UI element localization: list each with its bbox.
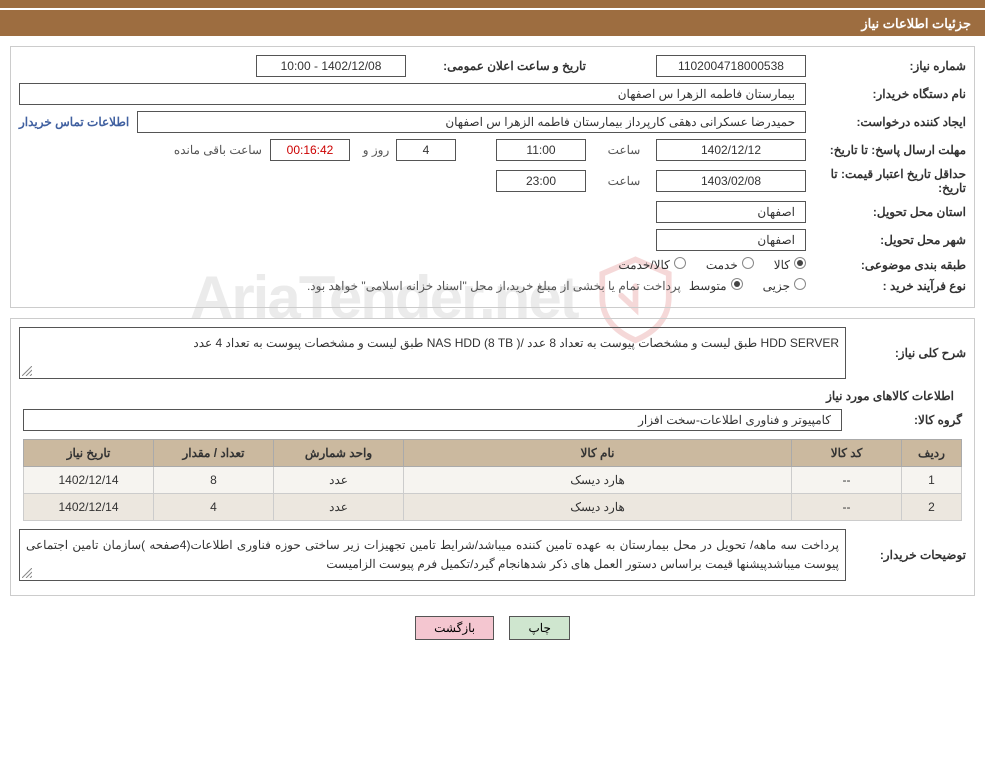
cell-name: هارد دیسک xyxy=(404,467,792,494)
button-row: چاپ بازگشت xyxy=(0,606,985,650)
radio-label-partial: جزیی xyxy=(763,279,790,293)
value-countdown: 00:16:42 xyxy=(270,139,350,161)
value-requester: حمیدرضا عسکرانی دهقی کارپرداز بیمارستان … xyxy=(137,111,806,133)
radio-group-purchase-type: جزیی متوسط xyxy=(689,278,806,293)
th-qty: تعداد / مقدار xyxy=(154,440,274,467)
radio-label-goods-service: کالا/خدمت xyxy=(618,258,669,272)
label-need-no: شماره نیاز: xyxy=(806,59,966,73)
items-title: اطلاعات کالاهای مورد نیاز xyxy=(31,389,954,403)
label-purchase-type: نوع فرآیند خرید : xyxy=(806,279,966,293)
cell-code: -- xyxy=(792,494,902,521)
label-requester: ایجاد کننده درخواست: xyxy=(806,115,966,129)
th-name: نام کالا xyxy=(404,440,792,467)
cell-code: -- xyxy=(792,467,902,494)
value-days-left: 4 xyxy=(396,139,456,161)
value-reply-time: 11:00 xyxy=(496,139,586,161)
table-row: 1 -- هارد دیسک عدد 8 1402/12/14 xyxy=(24,467,962,494)
radio-service[interactable] xyxy=(742,257,754,269)
link-buyer-contact[interactable]: اطلاعات تماس خریدار xyxy=(19,115,137,129)
back-button[interactable]: بازگشت xyxy=(415,616,494,640)
table-row: 2 -- هارد دیسک عدد 4 1402/12/14 xyxy=(24,494,962,521)
label-goods-group: گروه کالا: xyxy=(842,413,962,427)
resize-handle-icon[interactable] xyxy=(22,568,32,578)
th-code: کد کالا xyxy=(792,440,902,467)
items-table: ردیف کد کالا نام کالا واحد شمارش تعداد /… xyxy=(23,439,962,521)
value-general-desc: HDD SERVER طبق لیست و مشخصات پیوست به تع… xyxy=(19,327,846,379)
label-city: شهر محل تحویل: xyxy=(806,233,966,247)
cell-qty: 8 xyxy=(154,467,274,494)
th-need-date: تاریخ نیاز xyxy=(24,440,154,467)
radio-label-goods: کالا xyxy=(774,258,790,272)
cell-unit: عدد xyxy=(274,467,404,494)
value-buyer-org: بیمارستان فاطمه الزهرا س اصفهان xyxy=(19,83,806,105)
detail-frame: شرح کلی نیاز: HDD SERVER طبق لیست و مشخص… xyxy=(10,318,975,596)
cell-name: هارد دیسک xyxy=(404,494,792,521)
main-form-frame: شماره نیاز: 1102004718000538 تاریخ و ساع… xyxy=(10,46,975,308)
value-province: اصفهان xyxy=(656,201,806,223)
radio-medium[interactable] xyxy=(731,278,743,290)
cell-need-date: 1402/12/14 xyxy=(24,467,154,494)
cell-unit: عدد xyxy=(274,494,404,521)
label-hour-2: ساعت xyxy=(586,174,656,188)
value-reply-date: 1402/12/12 xyxy=(656,139,806,161)
label-announce: تاریخ و ساعت اعلان عمومی: xyxy=(406,59,586,73)
label-buyer-notes: توضیحات خریدار: xyxy=(846,548,966,562)
label-general-desc: شرح کلی نیاز: xyxy=(846,346,966,360)
page-title: جزئیات اطلاعات نیاز xyxy=(0,8,985,36)
payment-note: پرداخت تمام یا بخشی از مبلغ خرید،از محل … xyxy=(307,279,681,293)
print-button[interactable]: چاپ xyxy=(509,616,569,640)
radio-goods[interactable] xyxy=(794,257,806,269)
radio-group-classification: کالا خدمت کالا/خدمت xyxy=(618,257,806,272)
value-buyer-notes: پرداخت سه ماهه/ تحویل در محل بیمارستان ب… xyxy=(19,529,846,581)
cell-need-date: 1402/12/14 xyxy=(24,494,154,521)
radio-label-service: خدمت xyxy=(706,258,738,272)
value-price-validity-date: 1403/02/08 xyxy=(656,170,806,192)
th-unit: واحد شمارش xyxy=(274,440,404,467)
radio-partial[interactable] xyxy=(794,278,806,290)
radio-goods-service[interactable] xyxy=(674,257,686,269)
label-hour-1: ساعت xyxy=(586,143,656,157)
top-accent-bar xyxy=(0,0,985,8)
label-days-and: روز و xyxy=(350,143,396,157)
value-announce: 1402/12/08 - 10:00 xyxy=(256,55,406,77)
value-price-validity-time: 23:00 xyxy=(496,170,586,192)
radio-label-medium: متوسط xyxy=(689,279,727,293)
label-classification: طبقه بندی موضوعی: xyxy=(806,258,966,272)
label-buyer-org: نام دستگاه خریدار: xyxy=(806,87,966,101)
cell-row: 2 xyxy=(902,494,962,521)
label-province: استان محل تحویل: xyxy=(806,205,966,219)
label-time-left: ساعت باقی مانده xyxy=(168,143,270,157)
value-need-no: 1102004718000538 xyxy=(656,55,806,77)
th-row: ردیف xyxy=(902,440,962,467)
value-goods-group: کامپیوتر و فناوری اطلاعات-سخت افزار xyxy=(23,409,842,431)
cell-row: 1 xyxy=(902,467,962,494)
label-reply-deadline: مهلت ارسال پاسخ: تا تاریخ: xyxy=(806,143,966,157)
cell-qty: 4 xyxy=(154,494,274,521)
value-city: اصفهان xyxy=(656,229,806,251)
label-price-validity: حداقل تاریخ اعتبار قیمت: تا تاریخ: xyxy=(806,167,966,195)
resize-handle-icon[interactable] xyxy=(22,366,32,376)
